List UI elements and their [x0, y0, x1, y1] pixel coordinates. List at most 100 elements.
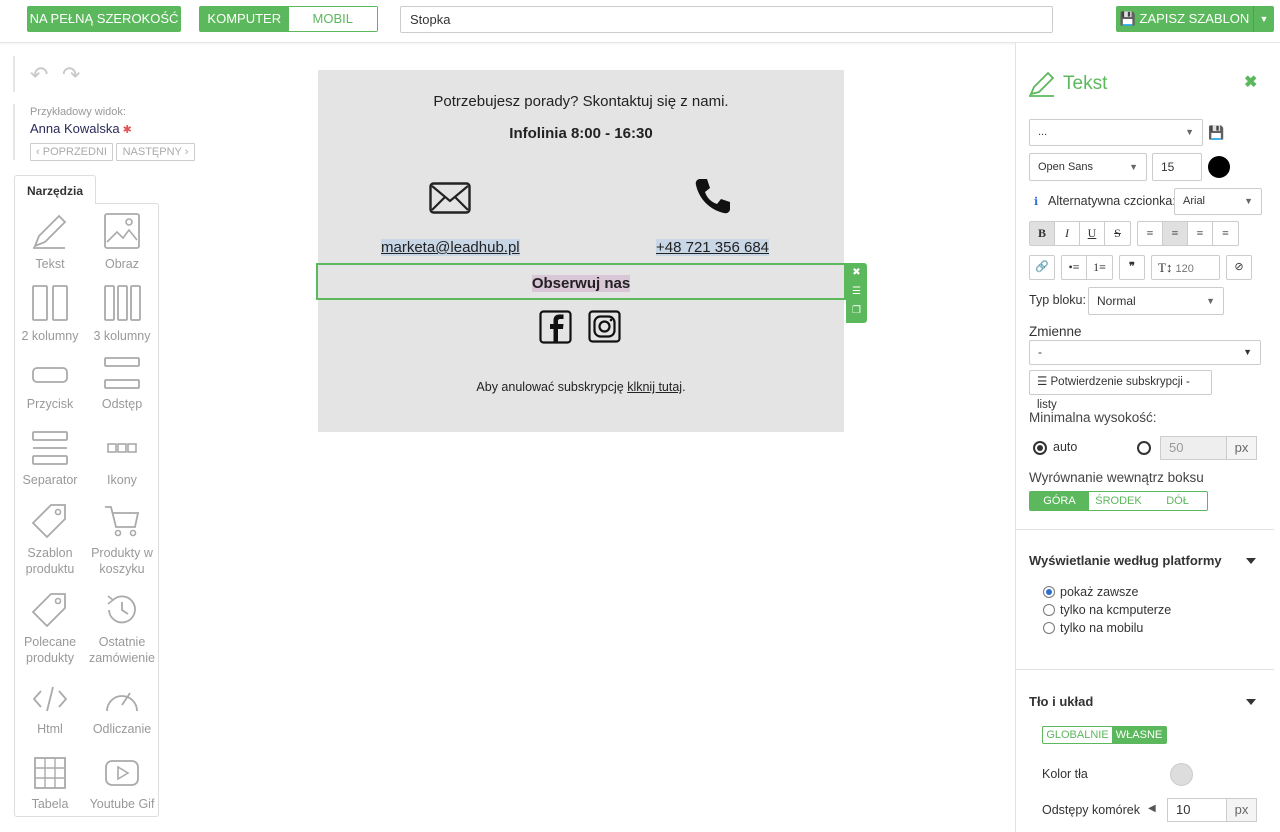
- contact-text[interactable]: Potrzebujesz porady? Skontaktuj się z na…: [318, 93, 844, 110]
- previous-button[interactable]: ‹ POPRZEDNI: [30, 143, 113, 161]
- tool-separator[interactable]: Separator: [14, 430, 86, 488]
- quote-icon[interactable]: ❞: [1119, 255, 1145, 280]
- block-type-select[interactable]: Normal ▼: [1088, 287, 1224, 315]
- alt-font-select[interactable]: Arial ▼: [1174, 188, 1262, 215]
- save-dropdown-icon[interactable]: ▼: [1254, 6, 1274, 32]
- tool-image[interactable]: Obraz: [86, 212, 158, 272]
- confirm-subscription-button[interactable]: ☰ Potwierdzenie subskrypcji - listy: [1029, 370, 1212, 411]
- separator-icon: [32, 431, 68, 465]
- icons-icon: [107, 443, 137, 453]
- desktop-only-radio[interactable]: [1043, 604, 1055, 616]
- italic-button[interactable]: I: [1055, 222, 1080, 245]
- desktop-view-button[interactable]: KOMPUTER: [200, 7, 289, 31]
- align-top-button[interactable]: GÓRA: [1030, 492, 1089, 510]
- mobile-view-button[interactable]: MOBIL: [288, 7, 377, 31]
- tool-label: Odstęp: [101, 397, 143, 411]
- tool-cart-products[interactable]: Produkty w koszyku: [86, 503, 158, 577]
- template-name-input[interactable]: Stopka: [400, 6, 1053, 33]
- font-select[interactable]: Open Sans ▼: [1029, 153, 1147, 181]
- preview-name[interactable]: Anna Kowalska ✱: [30, 121, 132, 136]
- custom-mode-button[interactable]: WŁASNE: [1112, 727, 1166, 743]
- phone-link[interactable]: +48 721 356 684: [656, 239, 770, 256]
- preview-label: Przykładowy widok:: [30, 106, 126, 118]
- min-height-custom-radio[interactable]: [1137, 441, 1151, 455]
- chevron-down-icon[interactable]: [1246, 699, 1256, 705]
- tool-product-template[interactable]: Szablon produktu: [14, 503, 86, 577]
- two-columns-icon: [32, 285, 68, 321]
- cell-spacing-label: Odstępy komórek: [1042, 803, 1140, 817]
- tools-tab[interactable]: Narzędzia: [14, 175, 96, 204]
- variables-select[interactable]: - ▼: [1029, 340, 1261, 365]
- align-middle-button[interactable]: ŚRODEK: [1089, 492, 1148, 510]
- tool-last-order[interactable]: Ostatnie zamówienie: [86, 592, 158, 666]
- link-icon[interactable]: 🔗: [1029, 255, 1055, 280]
- strikethrough-button[interactable]: S: [1105, 222, 1130, 245]
- line-height-input[interactable]: T↕ 120: [1151, 255, 1220, 280]
- delete-block-icon[interactable]: ✖: [846, 263, 867, 282]
- save-style-icon[interactable]: 💾: [1208, 125, 1224, 141]
- chevron-down-icon[interactable]: [1246, 558, 1256, 564]
- bullet-list-icon[interactable]: •≡: [1062, 256, 1087, 279]
- numbered-list-icon[interactable]: 1≡: [1087, 256, 1112, 279]
- background-color-picker[interactable]: [1170, 763, 1193, 786]
- tool-table[interactable]: Tabela: [14, 756, 86, 812]
- tool-recommended-products[interactable]: Polecane produkty: [14, 592, 86, 666]
- next-button[interactable]: NASTĘPNY ›: [116, 143, 195, 161]
- tool-2-columns[interactable]: 2 kolumny: [14, 284, 86, 344]
- duplicate-block-icon[interactable]: ❐: [846, 301, 867, 320]
- move-block-icon[interactable]: ☰: [846, 282, 867, 301]
- instagram-icon[interactable]: [588, 310, 621, 343]
- clear-format-icon[interactable]: ⊘: [1226, 255, 1252, 280]
- show-always-radio[interactable]: [1043, 586, 1055, 598]
- align-justify-icon[interactable]: ≡: [1213, 222, 1238, 245]
- spacer-icon: [104, 357, 140, 389]
- full-width-button[interactable]: NA PEŁNĄ SZEROKOŚĆ: [27, 6, 181, 32]
- underline-button[interactable]: U: [1080, 222, 1105, 245]
- block-type-value: Normal: [1097, 294, 1136, 308]
- tool-label: Produkty w koszyku: [91, 546, 153, 576]
- style-select[interactable]: ... ▼: [1029, 119, 1203, 146]
- tool-html[interactable]: Html: [14, 683, 86, 737]
- align-bottom-button[interactable]: DÓŁ: [1148, 492, 1207, 510]
- unsubscribe-prefix: Aby anulować subskrypcję: [476, 380, 628, 394]
- text-color-picker[interactable]: [1208, 156, 1230, 178]
- tool-text[interactable]: Tekst: [14, 212, 86, 272]
- tool-3-columns[interactable]: 3 kolumny: [86, 284, 158, 344]
- redo-icon[interactable]: ↷: [62, 62, 80, 88]
- phone-icon[interactable]: [694, 177, 732, 215]
- cell-spacing-input[interactable]: 10 px: [1167, 798, 1257, 822]
- global-mode-button[interactable]: GLOBALNIE: [1043, 727, 1112, 743]
- tool-label: Ikony: [107, 473, 137, 487]
- email-link[interactable]: marketa@leadhub.pl: [381, 239, 520, 256]
- align-left-icon[interactable]: ≡: [1138, 222, 1163, 245]
- unsubscribe-link[interactable]: klknij tutaj: [627, 380, 682, 394]
- background-section-title[interactable]: Tło i układ: [1029, 694, 1093, 709]
- pencil-icon: [33, 214, 67, 249]
- divider: [1016, 669, 1274, 670]
- tool-icons[interactable]: Ikony: [86, 430, 158, 488]
- chevron-down-icon: ▼: [1244, 196, 1253, 206]
- mobile-only-radio[interactable]: [1043, 622, 1055, 634]
- hotline-text[interactable]: Infolinia 8:00 - 16:30: [318, 125, 844, 142]
- align-right-icon[interactable]: ≡: [1188, 222, 1213, 245]
- tool-spacer[interactable]: Odstęp: [86, 356, 158, 412]
- platform-section-title[interactable]: Wyświetlanie według platformy: [1029, 553, 1222, 568]
- font-size-input[interactable]: 15: [1152, 153, 1202, 181]
- selected-text-block[interactable]: Obserwuj nas: [316, 263, 846, 300]
- bold-button[interactable]: B: [1030, 222, 1055, 245]
- unsubscribe-text[interactable]: Aby anulować subskrypcję klknij tutaj.: [318, 380, 844, 394]
- tool-button[interactable]: Przycisk: [14, 358, 86, 412]
- undo-icon[interactable]: ↶: [30, 62, 48, 88]
- save-template-button[interactable]: 💾 ZAPISZ SZABLON ▼: [1116, 6, 1274, 32]
- follow-us-text[interactable]: Obserwuj nas: [318, 275, 844, 292]
- tool-countdown[interactable]: Odliczanie: [86, 683, 158, 737]
- min-height-label: Minimalna wysokość:: [1029, 410, 1157, 425]
- envelope-icon[interactable]: [429, 182, 471, 214]
- min-height-auto-radio[interactable]: [1033, 441, 1047, 455]
- facebook-icon[interactable]: [539, 310, 572, 344]
- align-center-icon[interactable]: ≡: [1163, 222, 1188, 245]
- caret-left-icon[interactable]: ◀: [1148, 803, 1156, 814]
- close-icon[interactable]: ✖: [1244, 72, 1257, 92]
- min-height-input[interactable]: 50 px: [1160, 436, 1257, 460]
- tool-youtube-gif[interactable]: Youtube Gif: [86, 756, 158, 812]
